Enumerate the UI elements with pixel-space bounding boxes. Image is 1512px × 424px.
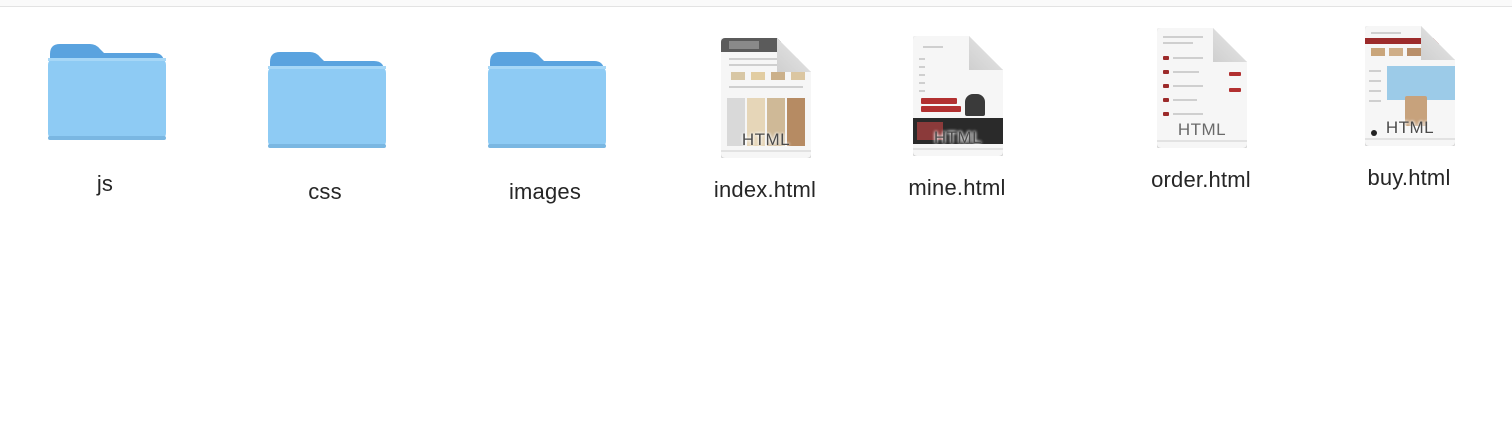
page-corner-fold xyxy=(1421,26,1455,60)
folder-css[interactable]: css xyxy=(245,38,405,213)
file-buy-html[interactable]: HTML buy.html xyxy=(1329,24,1489,199)
file-index-html[interactable]: HTML index.html xyxy=(685,36,845,211)
file-name-label: index.html xyxy=(713,177,817,202)
folder-icon xyxy=(48,44,166,140)
window-top-border xyxy=(0,0,1512,7)
file-name-label: mine.html xyxy=(908,175,1006,200)
folder-icon xyxy=(268,52,386,148)
file-type-badge: HTML xyxy=(1385,118,1435,137)
html-document-icon: HTML xyxy=(913,36,1003,156)
file-mine-html[interactable]: HTML mine.html xyxy=(877,34,1037,209)
html-document-icon: HTML xyxy=(721,38,811,158)
folder-icon xyxy=(488,52,606,148)
file-name-label: css xyxy=(308,179,342,204)
page-corner-fold xyxy=(969,36,1003,70)
file-type-badge: HTML xyxy=(741,130,791,149)
file-type-badge: HTML xyxy=(1177,120,1227,139)
folder-images[interactable]: images xyxy=(465,38,625,213)
folder-js[interactable]: js xyxy=(25,30,185,205)
page-corner-fold xyxy=(777,38,811,72)
html-document-icon: HTML xyxy=(1365,26,1455,146)
file-name-label: order.html xyxy=(1151,167,1251,192)
file-name-label: js xyxy=(96,171,114,196)
file-type-badge: HTML xyxy=(933,128,983,147)
file-name-label: images xyxy=(508,179,582,204)
file-name-label: buy.html xyxy=(1367,165,1451,190)
html-document-icon: HTML xyxy=(1157,28,1247,148)
file-order-html[interactable]: HTML order.html xyxy=(1121,26,1281,201)
page-corner-fold xyxy=(1213,28,1247,62)
